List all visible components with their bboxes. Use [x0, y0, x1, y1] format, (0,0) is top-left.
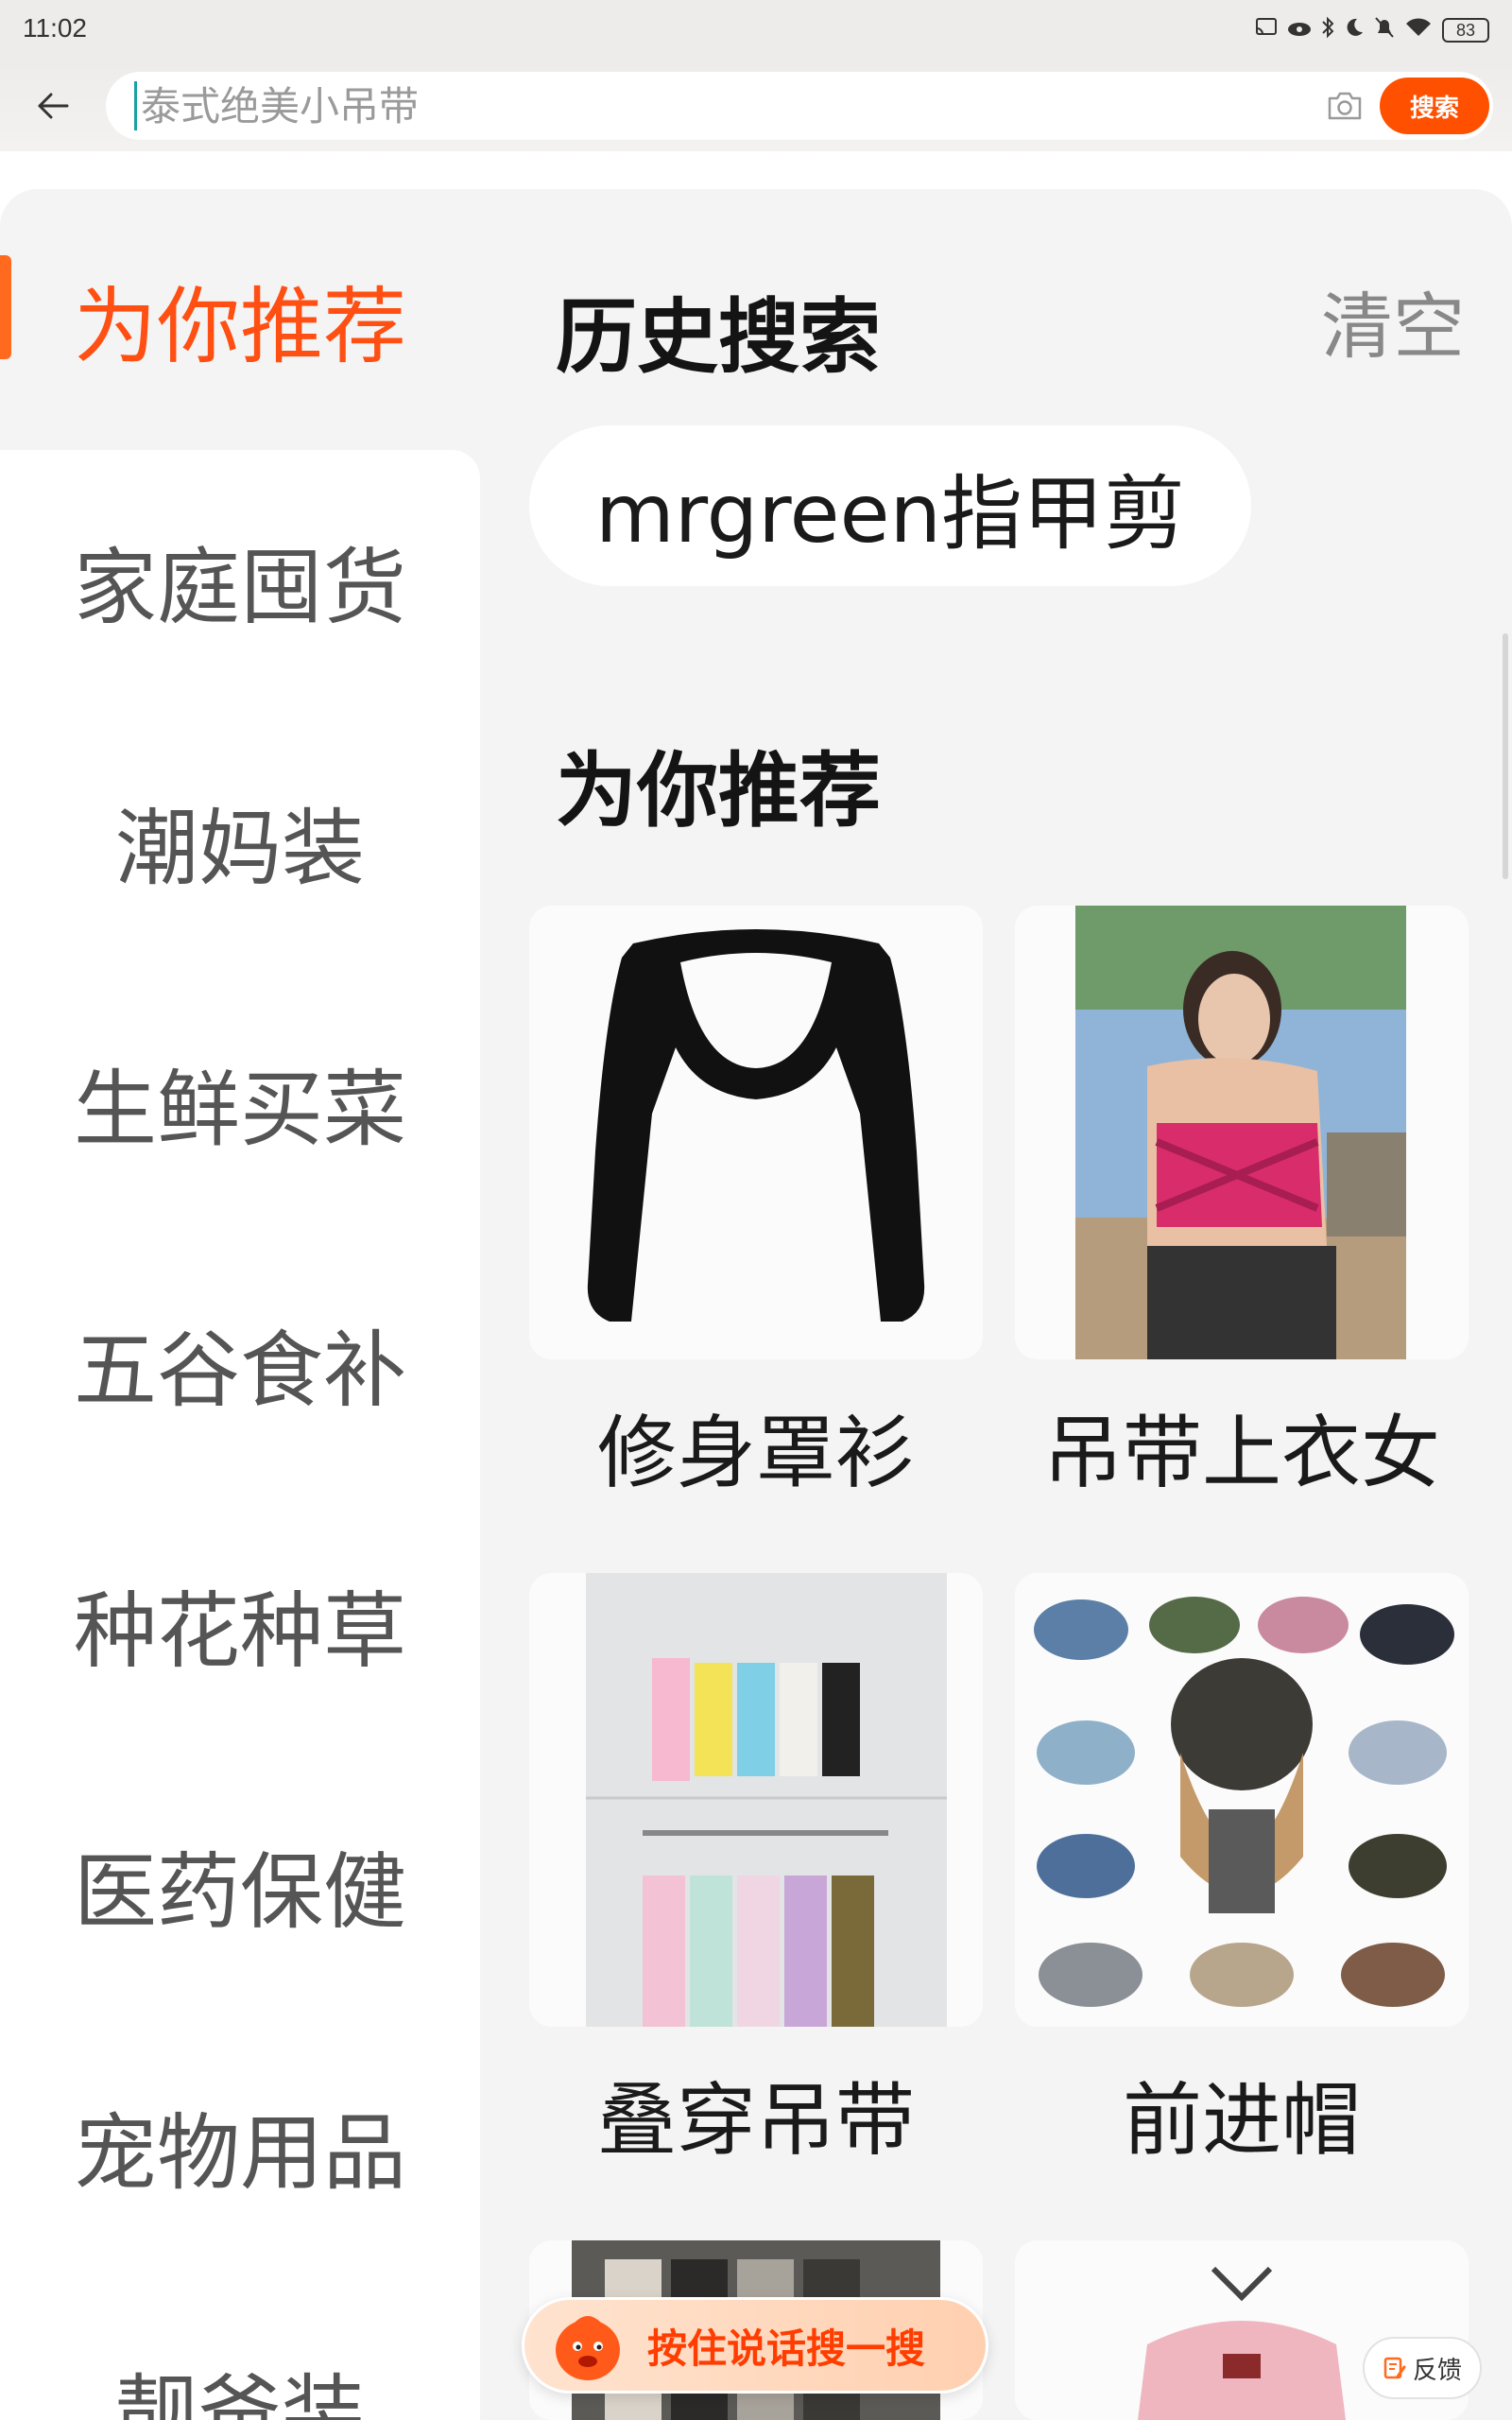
sidebar-item-household[interactable]: 家庭囤货 [0, 450, 480, 711]
clear-history-button[interactable]: 清空 [1321, 268, 1465, 372]
main-panel: 为你推荐 家庭囤货 潮妈装 生鲜买菜 五谷食补 种花种草 医药保健 宠物用品 靓… [0, 189, 1512, 2420]
cast-icon [1255, 17, 1278, 43]
camera-icon [1328, 92, 1362, 120]
recommend-card[interactable] [529, 906, 983, 1359]
feedback-button[interactable]: 反馈 [1363, 2337, 1482, 2399]
history-title: 历史搜索 [556, 290, 881, 385]
battery-icon: 83 [1442, 18, 1489, 43]
recommend-card[interactable] [1015, 1573, 1469, 2027]
eye-icon [1287, 17, 1312, 43]
feedback-label: 反馈 [1412, 2356, 1462, 2385]
bell-off-icon [1374, 16, 1395, 44]
search-header: 搜索 [0, 60, 1512, 151]
recommend-card-label: 修身罩衫 [596, 1407, 915, 1499]
product-image [1015, 906, 1469, 1359]
category-sidebar: 为你推荐 家庭囤货 潮妈装 生鲜买菜 五谷食补 种花种草 医药保健 宠物用品 靓… [0, 189, 480, 2420]
search-input[interactable] [134, 81, 1315, 130]
sidebar-item-label: 为你推荐 [73, 277, 406, 375]
scrollbar-thumb[interactable] [1503, 633, 1508, 879]
sidebar-item-label: 宠物用品 [73, 2103, 406, 2202]
recommend-card-label: 前进帽 [1122, 2074, 1361, 2167]
sidebar-item-recommend[interactable]: 为你推荐 [0, 189, 480, 450]
recommend-card-label: 吊带上衣女 [1042, 1407, 1440, 1499]
content-area: 历史搜索 清空 mrgreen指甲剪 为你推荐 修身罩衫 吊带上衣女 叠穿吊带 … [480, 189, 1512, 2420]
product-image [1015, 1573, 1469, 2027]
moon-icon [1344, 17, 1365, 43]
history-chip[interactable]: mrgreen指甲剪 [529, 425, 1252, 586]
sidebar-item-label: 五谷食补 [73, 1321, 406, 1419]
sidebar-item-label: 生鲜买菜 [73, 1060, 406, 1158]
wifi-icon [1404, 17, 1433, 43]
recommend-card-label: 叠穿吊带 [596, 2074, 915, 2167]
status-time: 11:02 [23, 13, 87, 43]
product-image [529, 906, 983, 1359]
voice-search-label: 按住说话搜一搜 [647, 2325, 926, 2372]
sidebar-item-dad-fashion[interactable]: 靓爸装 [0, 2276, 480, 2420]
recommend-card[interactable] [1015, 906, 1469, 1359]
camera-button[interactable] [1323, 85, 1366, 127]
sidebar-item-label: 潮妈装 [114, 799, 365, 897]
mascot-icon [556, 2316, 620, 2380]
sidebar-item-fresh-food[interactable]: 生鲜买菜 [0, 972, 480, 1233]
sidebar-item-grains[interactable]: 五谷食补 [0, 1233, 480, 1494]
sidebar-item-mom-fashion[interactable]: 潮妈装 [0, 711, 480, 972]
sidebar-item-label: 医药保健 [73, 1842, 406, 1941]
search-box: 搜索 [106, 72, 1493, 140]
sidebar-item-health[interactable]: 医药保健 [0, 1754, 480, 2015]
sidebar-item-gardening[interactable]: 种花种草 [0, 1494, 480, 1754]
product-image [529, 1573, 983, 2027]
status-bar: 11:02 83 [0, 0, 1512, 60]
sidebar-item-label: 家庭囤货 [73, 538, 406, 636]
recommend-title: 为你推荐 [556, 744, 881, 838]
back-button[interactable] [26, 79, 79, 132]
edit-note-icon [1383, 2357, 1406, 2379]
sidebar-item-label: 靓爸装 [114, 2364, 365, 2420]
arrow-left-icon [38, 93, 69, 119]
voice-search-button[interactable]: 按住说话搜一搜 [522, 2297, 988, 2394]
search-button[interactable]: 搜索 [1380, 78, 1489, 134]
sidebar-item-label: 种花种草 [73, 1582, 406, 1680]
sidebar-item-pets[interactable]: 宠物用品 [0, 2015, 480, 2276]
bluetooth-icon [1321, 16, 1334, 44]
status-icons: 83 [1255, 13, 1489, 47]
recommend-card[interactable] [529, 1573, 983, 2027]
